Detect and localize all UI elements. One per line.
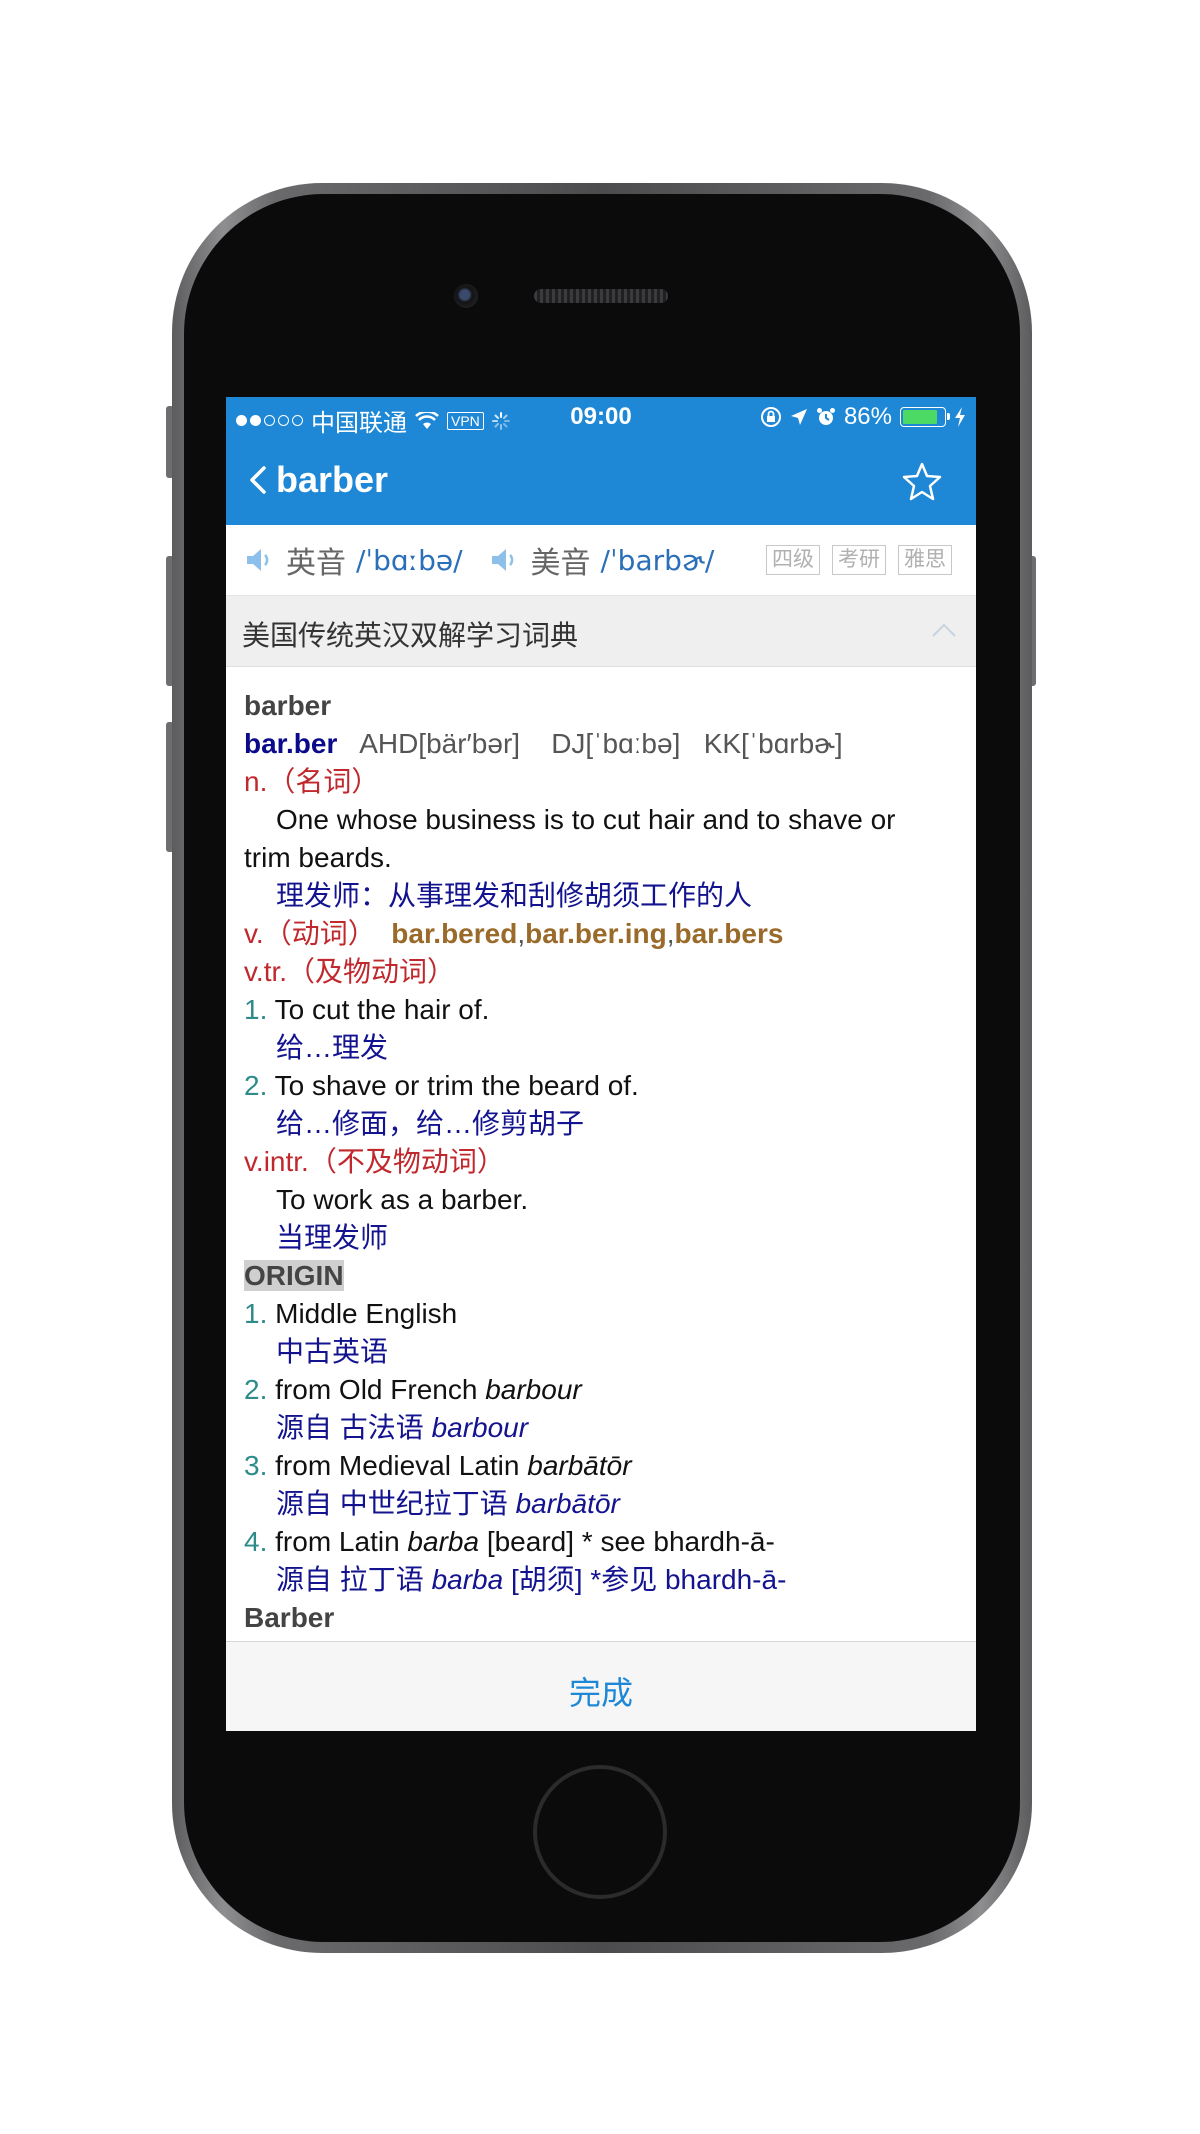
vtr-sense: 1. To cut the hair of. bbox=[244, 991, 964, 1029]
noun-definition: One whose business is to cut hair and to… bbox=[276, 804, 896, 835]
verb-line: v.（动词） bar.bered,bar.ber.ing,bar.bers bbox=[244, 918, 784, 949]
origin-en: from Medieval Latin bbox=[275, 1450, 528, 1481]
headword: barber bbox=[244, 690, 332, 721]
origin-item: 3. from Medieval Latin barbātōr bbox=[244, 1447, 964, 1485]
origin-term: barbātōr bbox=[527, 1450, 632, 1481]
back-chevron-icon[interactable] bbox=[244, 465, 274, 495]
dictionary-name: 美国传统英汉双解学习词典 bbox=[242, 620, 579, 651]
location-arrow-icon bbox=[790, 409, 807, 425]
sense-cn: 给…修面，给…修剪胡子 bbox=[276, 1108, 585, 1139]
vtr-label: v.tr.（及物动词） bbox=[244, 956, 456, 987]
origin-cn-line: 源自 拉丁语 barba [胡须] *参见 bhardh-ā- bbox=[244, 1561, 964, 1599]
done-button[interactable]: 完成 bbox=[226, 1668, 976, 1714]
home-button[interactable] bbox=[533, 1765, 667, 1899]
origin-en: from Latin bbox=[275, 1526, 408, 1557]
origin-term: barbour bbox=[431, 1412, 529, 1443]
exam-tag-ielts: 雅思 bbox=[898, 545, 952, 575]
syllabified-word: bar.ber bbox=[244, 728, 338, 759]
uk-label: 英音 bbox=[286, 547, 346, 580]
origin-cn: 源自 中世纪拉丁语 bbox=[276, 1488, 516, 1519]
battery-percentage: 86% bbox=[843, 403, 892, 430]
pronunciation-bar: 英音 /ˈbɑːbə/ 美音 /ˈbarbɚ/ 四级 考研 雅思 bbox=[226, 525, 976, 596]
origin-heading: ORIGIN bbox=[244, 1260, 344, 1291]
noun-definition-cn: 理发师：从事理发和刮修胡须工作的人 bbox=[276, 880, 753, 911]
sense-number: 1. bbox=[244, 994, 268, 1025]
origin-en: Middle English bbox=[275, 1298, 458, 1329]
exam-tags: 四级 考研 雅思 bbox=[766, 545, 952, 575]
origin-number: 1. bbox=[244, 1298, 268, 1329]
verb-label: v.（动词） bbox=[244, 918, 376, 949]
sense-cn: 给…理发 bbox=[276, 1032, 389, 1063]
bottom-toolbar: 完成 bbox=[226, 1641, 976, 1731]
syllable-line: bar.ber AHD[bär′bər] DJ[ˈbɑːbə] KK[ˈbɑrb… bbox=[244, 725, 964, 763]
sense-en: To shave or trim the beard of. bbox=[274, 1070, 639, 1101]
front-camera bbox=[454, 284, 478, 308]
verb-form[interactable]: bar.ber.ing bbox=[525, 918, 667, 949]
battery-level-fill bbox=[903, 410, 938, 424]
app-screen: 中国联通 VPN 09:00 86% barber 英音 /ˈbɑːbə/ 美音… bbox=[226, 397, 976, 1731]
sense-en: To cut the hair of. bbox=[274, 994, 490, 1025]
uk-pronunciation[interactable]: 英音 /ˈbɑːbə/ bbox=[244, 538, 463, 582]
uk-ipa: /ˈbɑːbə/ bbox=[356, 543, 463, 577]
origin-item: 2. from Old French barbour bbox=[244, 1371, 964, 1409]
next-headword: Barber bbox=[244, 1602, 335, 1633]
origin-cn: 源自 古法语 bbox=[276, 1412, 432, 1443]
origin-term: barba bbox=[407, 1526, 480, 1557]
us-label: 美音 bbox=[530, 547, 591, 580]
origin-item: 1. Middle English bbox=[244, 1295, 964, 1333]
noun-definition-cont: trim beards. bbox=[244, 842, 392, 873]
us-ipa: /ˈbarbɚ/ bbox=[600, 543, 715, 577]
origin-term: barba bbox=[431, 1564, 504, 1595]
origin-number: 3. bbox=[244, 1450, 268, 1481]
dictionary-entry: barber bar.ber AHD[bär′bər] DJ[ˈbɑːbə] K… bbox=[244, 687, 964, 1637]
status-bar: 中国联通 VPN 09:00 86% bbox=[226, 397, 976, 437]
origin-en-rest[interactable]: [beard] * see bhardh-ā- bbox=[479, 1526, 775, 1557]
origin-cn: 中古英语 bbox=[276, 1336, 389, 1367]
speaker-icon[interactable] bbox=[489, 545, 519, 575]
dj-pronunciation: DJ[ˈbɑːbə] bbox=[551, 728, 681, 759]
ahd-pronunciation: AHD[bär′bər] bbox=[359, 728, 521, 759]
orientation-lock-icon bbox=[760, 407, 781, 427]
origin-cn-line: 源自 中世纪拉丁语 barbātōr bbox=[244, 1485, 964, 1523]
origin-cn: 源自 拉丁语 bbox=[276, 1564, 432, 1595]
kk-pronunciation: KK[ˈbɑrbɚ] bbox=[703, 728, 843, 759]
origin-term: barbātōr bbox=[515, 1488, 620, 1519]
vintr-label: v.intr.（不及物动词） bbox=[244, 1146, 505, 1177]
origin-item: 4. from Latin barba [beard] * see bhardh… bbox=[244, 1523, 964, 1561]
us-pronunciation[interactable]: 美音 /ˈbarbɚ/ bbox=[489, 538, 715, 582]
origin-number: 4. bbox=[244, 1526, 268, 1557]
vintr-definition-cn: 当理发师 bbox=[276, 1222, 389, 1253]
verb-form[interactable]: bar.bers bbox=[675, 918, 784, 949]
charging-bolt-icon bbox=[955, 407, 965, 427]
origin-number: 2. bbox=[244, 1374, 268, 1405]
origin-cn-rest[interactable]: [胡须] *参见 bhardh-ā- bbox=[503, 1564, 786, 1595]
sense-number: 2. bbox=[244, 1070, 268, 1101]
nav-title: barber bbox=[276, 459, 389, 500]
exam-tag-kaoyan: 考研 bbox=[832, 545, 886, 575]
vintr-definition: To work as a barber. bbox=[276, 1184, 529, 1215]
earpiece-speaker bbox=[534, 289, 668, 303]
speaker-icon[interactable] bbox=[244, 545, 274, 575]
favorite-star-icon[interactable] bbox=[902, 461, 942, 501]
navigation-bar: barber bbox=[226, 437, 976, 525]
origin-cn-line: 源自 古法语 barbour bbox=[244, 1409, 964, 1447]
noun-label: n.（名词） bbox=[244, 766, 380, 797]
alarm-clock-icon bbox=[816, 408, 835, 425]
origin-term: barbour bbox=[485, 1374, 582, 1405]
origin-en: from Old French bbox=[275, 1374, 486, 1405]
verb-form[interactable]: bar.bered bbox=[391, 918, 517, 949]
exam-tag-cet4: 四级 bbox=[766, 545, 820, 575]
battery-icon bbox=[900, 407, 950, 427]
chevron-up-icon[interactable] bbox=[930, 620, 958, 640]
vtr-sense: 2. To shave or trim the beard of. bbox=[244, 1067, 964, 1105]
dictionary-section-header[interactable]: 美国传统英汉双解学习词典 bbox=[226, 596, 976, 667]
